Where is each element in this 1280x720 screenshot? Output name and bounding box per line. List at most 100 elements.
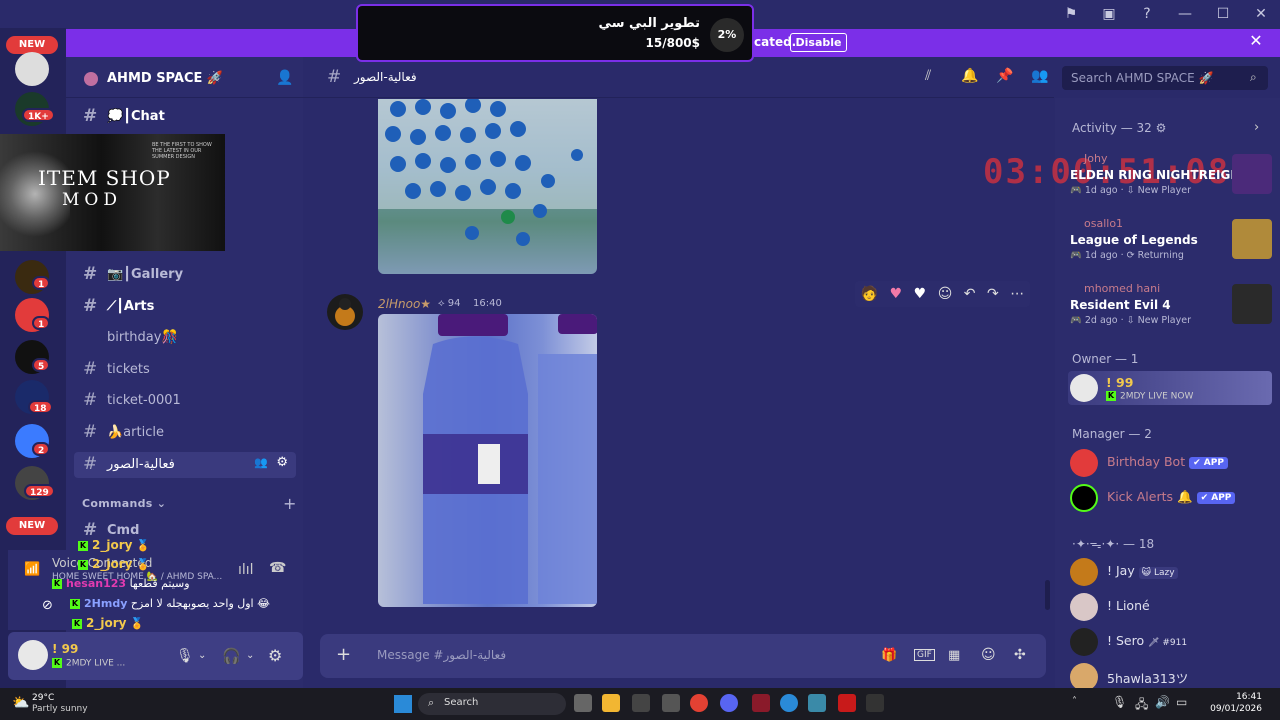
more-icon[interactable]: ⋯ [1010,286,1024,302]
close-icon[interactable]: ✕ [1248,33,1264,49]
app-icon[interactable] [866,694,884,712]
member-row[interactable]: ! Jay 😺 Lazy [1070,556,1272,588]
app-icon[interactable] [752,694,770,712]
chevron-down-icon[interactable]: ⌄ [212,70,222,84]
channel-tickets[interactable]: # tickets [74,357,296,383]
member-row[interactable]: ! Lioné [1070,591,1272,623]
gear-icon[interactable]: ⚙ [276,455,288,470]
server-icon[interactable] [15,52,49,86]
weather-icon[interactable]: ⛅ [12,695,29,711]
heart-pink-icon[interactable]: ♥ [890,286,903,302]
discord-icon[interactable] [720,694,738,712]
reply-icon[interactable]: ↶ [964,286,976,302]
clock-time[interactable]: 16:41 [1236,692,1262,702]
donation-percent: 2% [710,18,744,52]
avatar[interactable] [1070,374,1098,402]
unread-badge: 1 [32,276,51,290]
gear-icon[interactable]: ⚙ [268,646,282,665]
channel-birthday[interactable]: birthday🎊 [74,325,296,351]
reaction-avatar-icon[interactable]: 🧑 [861,286,878,302]
soundboard-icon[interactable]: ılıl [238,562,254,578]
activity-card[interactable]: osallo1 League of Legends 🎮 1d ago · ⟳ R… [1062,215,1272,271]
scrollbar[interactable] [1045,580,1050,610]
app-icon[interactable] [838,694,856,712]
microphone-icon[interactable]: 🎙 [176,648,194,664]
chevron-right-icon[interactable]: › [1254,120,1259,135]
channel-chat[interactable]: # 💭┃Chat [74,104,296,130]
app-icon[interactable] [780,694,798,712]
search-placeholder: Search AHMD SPACE 🚀 [1071,71,1214,85]
gif-icon[interactable]: GIF [914,649,935,661]
member-row[interactable]: Kick Alerts 🔔 ✔ APP [1070,482,1272,514]
avatar[interactable] [327,294,363,330]
kick-icon: K [1106,391,1116,401]
heart-white-icon[interactable]: ♥ [914,286,927,302]
app-icon[interactable] [632,694,650,712]
chevron-up-icon[interactable]: ˄ [1072,696,1077,707]
user-panel [8,632,303,680]
close-icon[interactable]: ✕ [1242,6,1280,22]
add-reaction-icon[interactable]: ☺ [938,286,953,302]
microphone-icon[interactable]: 🎙 [1112,695,1127,709]
file-explorer-icon[interactable] [602,694,620,712]
headphones-icon[interactable]: 🎧 [222,647,241,665]
camera-off-icon[interactable]: ⊘ [42,598,53,613]
avatar[interactable] [18,640,48,670]
window-controls: ⚑ ▣ ? — ☐ ✕ [1052,0,1280,28]
members-icon[interactable]: 👥 [1031,68,1048,84]
app-icon[interactable] [662,694,680,712]
avatar [1070,663,1098,691]
volume-icon[interactable]: 🔊 [1155,695,1170,709]
clock-date[interactable]: 09/01/2026 [1210,704,1262,714]
add-attachment-icon[interactable]: + [336,644,351,665]
member-row[interactable]: ! Sero 🗡 #911 [1070,626,1272,658]
start-icon[interactable] [394,695,412,713]
chrome-icon[interactable] [690,694,708,712]
disconnect-icon[interactable]: ☎ [269,560,286,576]
minimize-icon[interactable]: — [1166,6,1204,22]
message-image[interactable] [378,99,597,274]
member-row[interactable]: Birthday Bot ✔ APP [1070,447,1272,479]
add-member-icon[interactable]: 👤 [276,70,293,86]
add-channel-icon[interactable]: + [283,494,296,513]
bell-icon[interactable]: 🔔 [961,68,978,84]
weather-temp: 29°C [32,693,55,703]
disable-button[interactable]: Disable [790,33,847,52]
network-icon[interactable]: 🖧 [1135,695,1148,716]
message-author[interactable]: 2lHnoo★ [378,297,431,311]
server-name[interactable]: AHMD SPACE 🚀 [107,71,223,86]
forward-icon[interactable]: ↷ [987,286,999,302]
invite-icon[interactable]: 👥 [254,456,268,469]
help-icon[interactable]: ? [1128,6,1166,22]
category-commands[interactable]: Commands ⌄ [82,497,166,510]
chat-overlay-line: Khesan123 وسيتم قطعها [52,577,190,590]
activity-card[interactable]: Johy ELDEN RING NIGHTREIGN 🎮 1d ago · ⇩ … [1062,150,1272,206]
activity-card[interactable]: mhomed hani Resident Evil 4 🎮 2d ago · ⇩… [1062,280,1272,336]
message-image[interactable] [378,314,597,607]
user-name[interactable]: ! 99 [52,642,78,656]
chevron-down-icon[interactable]: ⌄ [198,650,206,661]
member-name[interactable]: ! 99 [1106,375,1133,390]
channel-photos-event[interactable]: # فعالية-الصور 👥 ⚙ [74,452,296,478]
taskview-icon[interactable] [574,694,592,712]
app-icon[interactable] [808,694,826,712]
threads-icon[interactable]: ⫽ [925,68,931,84]
inbox-icon[interactable]: ⚑ [1052,6,1090,22]
pin-icon[interactable]: 📌 [996,68,1013,84]
channel-ticket-0001[interactable]: # ticket-0001 [74,388,296,414]
chevron-down-icon[interactable]: ⌄ [246,650,254,661]
gift-icon[interactable]: 🎁 [881,648,897,663]
activity-header: Activity — 32 ⚙ [1072,121,1167,135]
screen-icon[interactable]: ▣ [1090,6,1128,22]
battery-icon[interactable]: ▭ [1176,695,1187,709]
search-icon[interactable]: ⌕ [1250,70,1257,85]
emoji-icon[interactable]: ☺ [981,647,996,663]
channel-arts[interactable]: # ⟋┃Arts [74,294,296,320]
taskbar-search-label: Search [444,697,479,708]
sticker-icon[interactable]: ▦ [948,648,960,663]
taskbar-search[interactable] [418,693,566,715]
maximize-icon[interactable]: ☐ [1204,6,1242,22]
channel-gallery[interactable]: # 📷┃Gallery [74,262,296,288]
channel-article[interactable]: # 🍌article [74,420,296,446]
apps-icon[interactable]: ✣ [1014,647,1026,663]
